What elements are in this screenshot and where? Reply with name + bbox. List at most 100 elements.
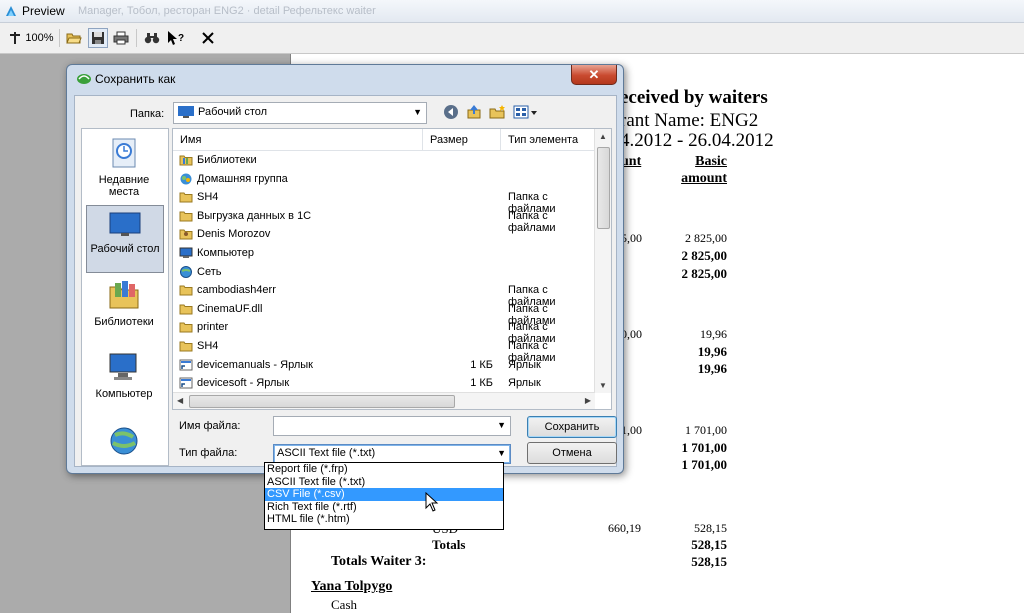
dialog-body: Папка: Рабочий стол ▼ Недавние места Раб… [74, 95, 617, 467]
scroll-up-icon[interactable]: ▲ [599, 132, 607, 141]
zoom-icon [10, 32, 21, 44]
place-computer[interactable]: Компьютер [86, 351, 162, 400]
file-name: Denis Morozov [197, 228, 271, 241]
printer-icon [113, 31, 129, 45]
filetype-value: ASCII Text file (*.txt) [277, 447, 376, 459]
horizontal-scrollbar[interactable]: ◀ ▶ [173, 392, 595, 409]
file-name: CinemaUF.dll [197, 302, 263, 315]
help-button[interactable]: ? [166, 28, 186, 48]
place-label: места [108, 186, 140, 198]
computer-icon [109, 353, 137, 380]
open-button[interactable] [64, 28, 84, 48]
file-row[interactable]: Домашняя группа [173, 171, 597, 189]
filetype-option-highlighted[interactable]: CSV File (*.csv) [265, 488, 503, 501]
filetype-option[interactable]: ASCII Text file (*.txt) [265, 476, 503, 489]
usd-amount: 660,19 [608, 521, 641, 535]
help-pointer-icon: ? [168, 31, 184, 45]
filetype-option[interactable]: Rich Text file (*.rtf) [265, 501, 503, 514]
vertical-scroll-thumb[interactable] [597, 147, 610, 229]
file-name: SH4 [197, 191, 219, 204]
row-amount: 1,00 [621, 423, 642, 437]
file-row[interactable]: Библиотеки [173, 152, 597, 170]
scroll-left-icon[interactable]: ◀ [177, 396, 183, 405]
shortcut-icon [179, 359, 193, 374]
folder-icon [179, 303, 193, 318]
print-button[interactable] [111, 28, 131, 48]
folder-icon [179, 210, 193, 225]
payment-cash-label: Cash [331, 597, 357, 612]
file-row[interactable]: devicemanuals - Ярлык 1 КБ Ярлык [173, 357, 597, 375]
scroll-down-icon[interactable]: ▼ [599, 381, 607, 390]
report-restaurant: rant Name: ENG2 [620, 110, 759, 131]
up-folder-icon[interactable] [466, 104, 482, 120]
file-row[interactable]: Сеть [173, 264, 597, 282]
new-folder-icon[interactable] [489, 104, 507, 120]
row-basic: 19,96 [700, 327, 727, 341]
place-label: Библиотеки [94, 316, 154, 328]
row-total: 2 825,00 [681, 266, 728, 281]
close-icon: ✕ [588, 66, 600, 82]
column-size-header[interactable]: Размер [423, 129, 501, 151]
library-folder-icon [179, 154, 193, 169]
places-bar: Недавние места Рабочий стол Библиотеки К… [81, 128, 169, 466]
shortcut-icon [179, 377, 193, 392]
chevron-down-icon[interactable]: ▼ [497, 448, 506, 458]
place-desktop[interactable]: Рабочий стол [86, 205, 164, 273]
file-name: devicemanuals - Ярлык [197, 358, 313, 371]
preview-toolbar: 100% ? [0, 23, 1024, 54]
file-row[interactable]: Denis Morozov [173, 226, 597, 244]
totals-label: Totals [432, 537, 466, 552]
file-name: devicesoft - Ярлык [197, 377, 290, 390]
totals-value: 528,15 [691, 537, 727, 552]
file-row[interactable]: Компьютер [173, 245, 597, 263]
filename-label: Имя файла: [179, 420, 241, 432]
binoculars-icon [144, 33, 160, 44]
filename-input[interactable]: ▼ [273, 416, 511, 436]
window-titlebar: Preview Manager, Тобол, ресторан ENG2 · … [0, 0, 1024, 23]
save-as-dialog: Сохранить как ✕ Папка: Рабочий стол ▼ Не… [66, 64, 624, 474]
file-list: Имя Размер Тип элемента Библиотеки Домашн… [172, 128, 612, 410]
place-libraries[interactable]: Библиотеки [86, 279, 162, 328]
horizontal-scroll-thumb[interactable] [189, 395, 455, 408]
close-icon [202, 32, 214, 44]
place-network[interactable] [86, 425, 162, 462]
folder-combo[interactable]: Рабочий стол ▼ [173, 102, 427, 124]
save-button[interactable] [88, 28, 108, 48]
close-preview-button[interactable] [198, 28, 218, 48]
column-type-header[interactable]: Тип элемента [501, 129, 597, 151]
file-row[interactable]: Выгрузка данных в 1С Папка с файлами [173, 208, 597, 234]
vertical-scrollbar[interactable]: ▲ ▼ [594, 129, 611, 393]
row-basic: 2 825,00 [685, 231, 727, 245]
save-dialog-button[interactable]: Сохранить [527, 416, 617, 438]
filetype-select[interactable]: ASCII Text file (*.txt) ▼ [273, 444, 511, 464]
scroll-right-icon[interactable]: ▶ [585, 396, 591, 405]
folder-value: Рабочий стол [198, 106, 268, 118]
file-row[interactable]: printer Папка с файлами [173, 319, 597, 345]
place-label: Рабочий стол [90, 243, 160, 255]
column-name-header[interactable]: Имя [173, 129, 423, 151]
filetype-option[interactable]: Report file (*.frp) [265, 463, 503, 476]
file-row[interactable]: devicesoft - Ярлык 1 КБ Ярлык [173, 375, 597, 393]
zoom-100-button[interactable]: 100% [6, 28, 56, 48]
place-recent[interactable]: Недавние места [86, 135, 162, 198]
file-row[interactable]: SH4 Папка с файлами [173, 189, 597, 215]
filetype-option[interactable]: HTML file (*.htm) [265, 513, 503, 526]
column-header-basic: Basic [695, 154, 727, 169]
totals-waiter-label: Totals Waiter 3: [331, 554, 427, 569]
computer-icon [179, 247, 193, 262]
file-row[interactable]: cambodiash4err Папка с файлами [173, 282, 597, 308]
view-menu-icon[interactable] [513, 104, 539, 120]
column-header-amount: unt [621, 154, 642, 169]
file-row[interactable]: SH4 Папка с файлами [173, 338, 597, 364]
file-row[interactable]: CinemaUF.dll Папка с файлами [173, 301, 597, 327]
find-button[interactable] [142, 28, 162, 48]
user-folder-icon [179, 228, 193, 243]
usd-basic: 528,15 [694, 521, 727, 535]
dialog-close-button[interactable]: ✕ [571, 65, 617, 85]
row-amount: 0,00 [621, 327, 642, 341]
back-icon[interactable] [443, 104, 459, 120]
network-icon [179, 265, 193, 281]
cancel-button[interactable]: Отмена [527, 442, 617, 464]
chevron-down-icon[interactable]: ▼ [497, 420, 506, 430]
homegroup-icon [179, 173, 193, 188]
